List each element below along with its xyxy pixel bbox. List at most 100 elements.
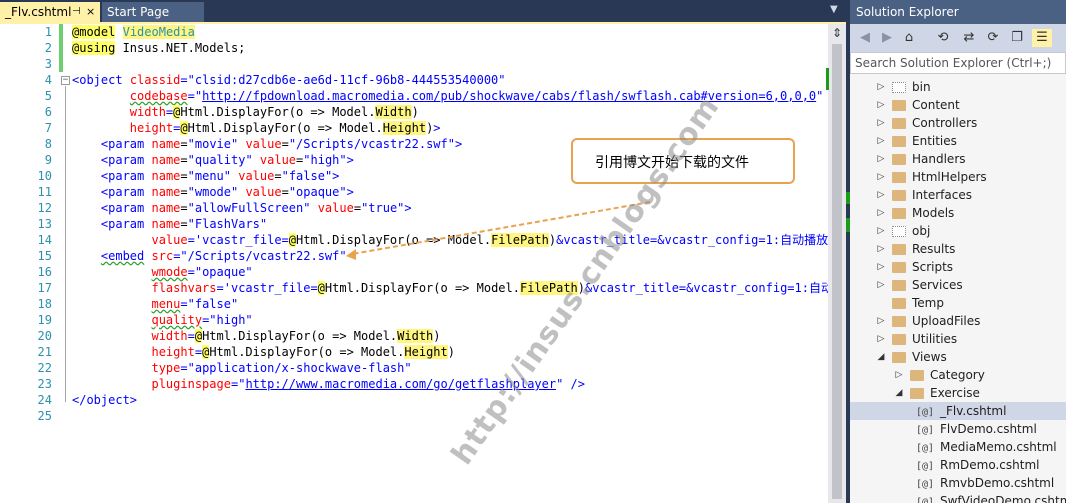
tree-item-label: Content	[912, 98, 960, 112]
tab-flv-cshtml[interactable]: _Flv.cshtml ⊣ ×	[0, 2, 100, 22]
expand-arrow-icon[interactable]: ▷	[876, 114, 886, 132]
history-icon[interactable]: ⟲	[932, 29, 954, 47]
pin-icon[interactable]: ⊣	[72, 2, 81, 22]
tree-item[interactable]: ▷ Services	[850, 276, 1066, 294]
collapse-icon[interactable]: −	[61, 76, 70, 85]
close-icon[interactable]: ×	[86, 2, 95, 22]
line-number: 23	[37, 377, 52, 391]
line-number: 10	[37, 169, 52, 183]
folder-icon	[892, 262, 906, 273]
tree-item-label: Views	[912, 350, 947, 364]
back-icon[interactable]: ◀	[856, 29, 874, 47]
solution-explorer-search-input[interactable]: Search Solution Explorer (Ctrl+;)	[850, 52, 1066, 74]
collapse-all-icon[interactable]: ❐	[1008, 29, 1026, 47]
folder-icon	[892, 154, 906, 165]
tree-item[interactable]: ▷ Entities	[850, 132, 1066, 150]
tree-item[interactable]: ▷ Interfaces	[850, 186, 1066, 204]
tree-item[interactable]: ▷ bin	[850, 78, 1066, 96]
line-number: 11	[37, 185, 52, 199]
folder-icon	[892, 118, 906, 129]
code-line: <embed src="/Scripts/vcastr22.swf"	[100, 249, 347, 263]
tree-item-label: _Flv.cshtml	[940, 404, 1007, 418]
tree-item-label: Models	[912, 206, 955, 220]
code-line: @using Insus.NET.Models;	[72, 41, 246, 55]
expand-arrow-icon[interactable]: ▷	[876, 78, 886, 96]
expand-arrow-icon[interactable]: ▷	[876, 312, 886, 330]
expand-arrow-icon[interactable]: ▷	[876, 258, 886, 276]
tree-item[interactable]: [@] RmvbDemo.cshtml	[850, 474, 1066, 492]
tree-item-label: FlvDemo.cshtml	[940, 422, 1037, 436]
tree-item[interactable]: [@] _Flv.cshtml	[850, 402, 1066, 420]
tree-item-label: Handlers	[912, 152, 966, 166]
collapse-arrow-icon[interactable]: ◢	[894, 384, 904, 402]
tree-item[interactable]: [@] MediaMemo.cshtml	[850, 438, 1066, 456]
folder-icon	[892, 190, 906, 201]
tree-item[interactable]: ▷ Content	[850, 96, 1066, 114]
expand-arrow-icon[interactable]: ▷	[876, 330, 886, 348]
home-icon[interactable]: ⌂	[900, 29, 918, 47]
folder-icon	[892, 136, 906, 147]
line-number: 6	[44, 105, 52, 119]
sync-icon[interactable]: ⇄	[960, 29, 978, 47]
line-number: 3	[44, 57, 52, 71]
folder-icon	[892, 244, 906, 255]
expand-arrow-icon[interactable]: ▷	[876, 96, 886, 114]
tree-item[interactable]: ▷ Handlers	[850, 150, 1066, 168]
codebase-link[interactable]: http://fpdownload.macromedia.com/pub/sho…	[202, 89, 816, 103]
expand-arrow-icon[interactable]: ▷	[894, 366, 904, 384]
collapse-arrow-icon[interactable]: ◢	[876, 348, 886, 366]
tree-item[interactable]: ▷ HtmlHelpers	[850, 168, 1066, 186]
split-icon[interactable]: ⇕	[828, 26, 846, 40]
expand-arrow-icon[interactable]: ▷	[876, 204, 886, 222]
expand-arrow-icon[interactable]: ▷	[876, 150, 886, 168]
expand-arrow-icon[interactable]: ▷	[876, 168, 886, 186]
line-number: 18	[37, 297, 52, 311]
visual-studio-window: _Flv.cshtml ⊣ × Start Page ▼ 1 2 3 4 5 6 7 8 9 10…	[0, 0, 1066, 503]
tree-item[interactable]: ▷ Scripts	[850, 258, 1066, 276]
tree-item-label: Scripts	[912, 260, 954, 274]
change-marker	[846, 192, 850, 204]
tree-item[interactable]: ▷ Controllers	[850, 114, 1066, 132]
expand-arrow-icon[interactable]: ▷	[876, 276, 886, 294]
scroll-thumb[interactable]	[832, 44, 842, 499]
refresh-icon[interactable]: ⟳	[984, 29, 1002, 47]
tree-item[interactable]: [@] RmDemo.cshtml	[850, 456, 1066, 474]
code-text[interactable]: @model VideoMedia @using Insus.NET.Model…	[72, 24, 828, 503]
expand-arrow-icon[interactable]: ▷	[876, 240, 886, 258]
code-line: </object>	[72, 393, 138, 407]
folder-icon	[892, 226, 906, 237]
expand-arrow-icon[interactable]: ▷	[876, 222, 886, 240]
line-number: 9	[44, 153, 52, 167]
tree-item[interactable]: [@] FlvDemo.cshtml	[850, 420, 1066, 438]
expand-arrow-icon[interactable]: ▷	[876, 186, 886, 204]
tree-item[interactable]: ▷ Utilities	[850, 330, 1066, 348]
tree-item-label: UploadFiles	[912, 314, 981, 328]
tree-item-label: obj	[912, 224, 931, 238]
tree-item[interactable]: [@] SwfVideoDemo.cshtml	[850, 492, 1066, 503]
tree-item[interactable]: ◢ Views	[850, 348, 1066, 366]
code-line: wmode="opaque"	[151, 265, 253, 279]
tree-item[interactable]: ▷ Category	[850, 366, 1066, 384]
forward-icon[interactable]: ▶	[878, 29, 896, 47]
tree-item-label: Entities	[912, 134, 957, 148]
folder-icon	[892, 82, 906, 93]
tree-item[interactable]: ▷ UploadFiles	[850, 312, 1066, 330]
line-number: 1	[44, 25, 52, 39]
code-line: width=@Html.DisplayFor(o => Model.Width)	[151, 329, 441, 343]
tree-item[interactable]: ▷ obj	[850, 222, 1066, 240]
tree-item-label: SwfVideoDemo.cshtml	[940, 494, 1066, 503]
properties-icon[interactable]: ☰	[1032, 29, 1052, 47]
tree-item[interactable]: ▷ Results	[850, 240, 1066, 258]
tree-item-label: Results	[912, 242, 956, 256]
expand-arrow-icon[interactable]: ▷	[876, 132, 886, 150]
tree-item[interactable]: Temp	[850, 294, 1066, 312]
editor-pane: _Flv.cshtml ⊣ × Start Page ▼ 1 2 3 4 5 6 7 8 9 10…	[0, 0, 846, 503]
tree-item[interactable]: ◢ Exercise	[850, 384, 1066, 402]
tree-item[interactable]: ▷ Models	[850, 204, 1066, 222]
code-editor[interactable]: 1 2 3 4 5 6 7 8 9 10 11 12 13 14 15 16 17 18 19 20 21 22 23 24 2…	[0, 22, 846, 503]
tab-start-page[interactable]: Start Page	[102, 2, 204, 22]
chevron-down-icon[interactable]: ▼	[830, 4, 838, 15]
folder-icon	[892, 334, 906, 345]
